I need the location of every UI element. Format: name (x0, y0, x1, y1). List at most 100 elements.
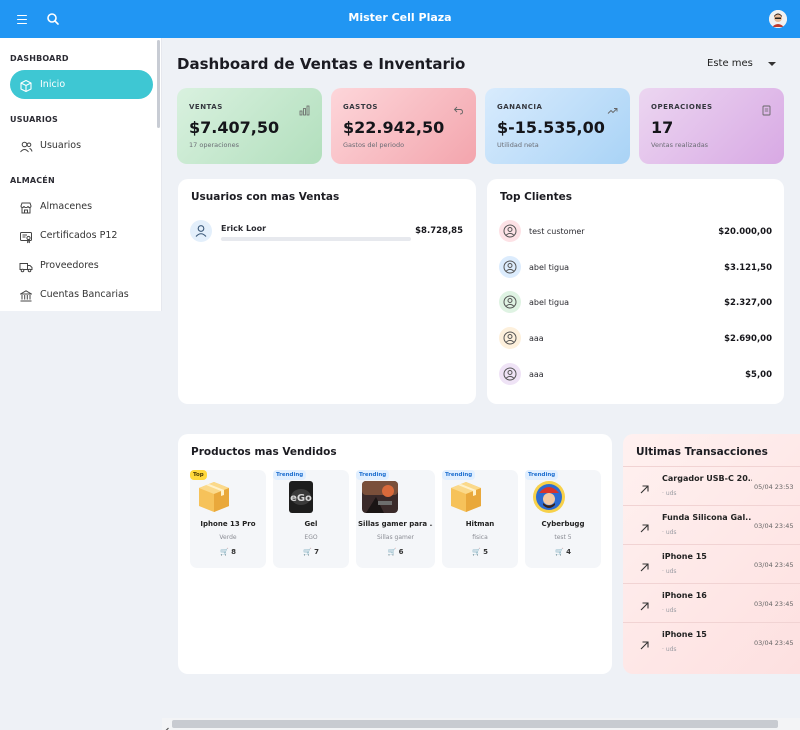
box-icon (446, 475, 486, 515)
transaction-date: 03/04 23:45 (754, 522, 794, 530)
page-title: Dashboard de Ventas e Inventario (177, 55, 466, 73)
arrow-up-right-icon (639, 597, 650, 611)
bank-icon (19, 288, 33, 302)
product-card[interactable]: Top Iphone 13 Pro Verde 🛒 8 (190, 470, 266, 568)
user-circle-icon (499, 363, 521, 385)
client-amount: $2.327,00 (724, 298, 772, 308)
user-amount: $8.728,85 (415, 226, 463, 236)
user-circle-icon (499, 220, 521, 242)
transaction-row[interactable]: iPhone 16 · uds 03/04 23:45 (623, 583, 800, 622)
stat-label: OPERACIONES (651, 103, 713, 111)
transaction-row[interactable]: Funda Silicona Gal... · uds 03/04 23:45 (623, 505, 800, 544)
card-title: Usuarios con mas Ventas (191, 191, 340, 203)
stat-value: 17 (651, 118, 674, 137)
cart-icon: 🛒 (219, 548, 229, 556)
product-qty: 🛒 7 (275, 548, 347, 556)
product-badge: Trending (356, 470, 390, 480)
product-qty-value: 8 (231, 548, 237, 556)
transaction-qty: · uds (662, 607, 677, 614)
cart-icon: 🛒 (302, 548, 312, 556)
stat-card-gastos: GASTOS $22.942,50 Gastos del periodo (331, 88, 476, 164)
user-name: Erick Loor (221, 224, 267, 233)
sidebar-item-label: Cuentas Bancarias (40, 289, 129, 300)
user-avatar-icon[interactable] (769, 10, 787, 28)
sidebar-item-almacenes[interactable]: Almacenes (10, 192, 153, 221)
product-card[interactable]: Trending Cyberbugg test 5 🛒 4 (525, 470, 601, 568)
product-qty: 🛒 8 (192, 548, 264, 556)
transaction-row[interactable]: iPhone 15 · uds 03/04 23:45 (623, 622, 800, 661)
arrow-up-right-icon (639, 558, 650, 572)
stat-label: GASTOS (343, 103, 378, 111)
sidebar-item-label: Almacenes (40, 201, 93, 212)
app-title: Mister Cell Plaza (348, 11, 452, 24)
transaction-date: 03/04 23:45 (754, 639, 794, 647)
product-qty-value: 7 (314, 548, 320, 556)
scrollbar-thumb[interactable] (172, 720, 778, 728)
sidebar-item-proveedores[interactable]: Proveedores (10, 251, 153, 280)
stat-subtitle: 17 operaciones (189, 141, 239, 149)
gel-product-image: eGo (281, 475, 321, 515)
client-amount: $5,00 (745, 370, 772, 380)
sidebar-item-inicio[interactable]: Inicio (10, 70, 153, 99)
product-name: Iphone 13 Pro (200, 520, 256, 528)
stat-value: $22.942,50 (343, 118, 445, 137)
user-icon (190, 220, 212, 242)
sidebar-item-cuentas-bancarias[interactable]: Cuentas Bancarias (10, 280, 153, 309)
product-card[interactable]: Trending Hitman fisica 🛒 5 (442, 470, 518, 568)
transaction-name: iPhone 15 (662, 630, 707, 639)
product-qty-value: 5 (483, 548, 489, 556)
stat-card-operaciones: OPERACIONES 17 Ventas realizadas (639, 88, 784, 164)
product-qty-value: 4 (566, 548, 572, 556)
stat-label: GANANCIA (497, 103, 543, 111)
transaction-row[interactable]: iPhone 15 · uds 03/04 23:45 (623, 544, 800, 583)
period-select-value: Este mes (707, 58, 753, 69)
section-title-usuarios: USUARIOS (10, 115, 58, 124)
trending-up-icon (607, 101, 618, 114)
bar-chart-icon (299, 101, 310, 116)
product-card[interactable]: eGo Trending Gel EGO 🛒 7 (273, 470, 349, 568)
stat-value: $7.407,50 (189, 118, 280, 137)
stat-subtitle: Ventas realizadas (651, 141, 709, 149)
transaction-qty: · uds (662, 490, 677, 497)
product-badge: Trending (525, 470, 559, 480)
top-users-card: Usuarios con mas Ventas Erick Loor $8.72… (178, 179, 476, 404)
sidebar-scrollbar[interactable] (157, 40, 160, 128)
client-name: aaa (529, 334, 544, 343)
transaction-date: 03/04 23:45 (754, 561, 794, 569)
receipt-icon (761, 101, 772, 116)
product-badge: Trending (442, 470, 476, 480)
product-category: test 5 (554, 534, 572, 541)
chevron-down-icon (768, 62, 776, 66)
top-app-bar: Mister Cell Plaza (0, 0, 800, 38)
stat-card-ventas: VENTAS $7.407,50 17 operaciones (177, 88, 322, 164)
stat-label: VENTAS (189, 103, 223, 111)
client-name: abel tigua (529, 263, 570, 272)
undo-arrow-icon (453, 101, 464, 115)
card-title: Ultimas Transacciones (636, 446, 768, 458)
period-select[interactable]: Este mes (700, 54, 782, 74)
product-qty: 🛒 5 (444, 548, 516, 556)
user-circle-icon (499, 327, 521, 349)
cart-icon: 🛒 (554, 548, 564, 556)
sidebar-item-usuarios[interactable]: Usuarios (10, 131, 153, 160)
sidebar-item-certificados[interactable]: Certificados P12 (10, 221, 153, 250)
menu-icon[interactable] (14, 12, 30, 26)
product-badge: Trending (273, 470, 307, 480)
product-card[interactable]: Trending Sillas gamer para ... Sillas ga… (356, 470, 435, 568)
product-name: Gel (304, 520, 318, 528)
card-title: Top Clientes (500, 191, 573, 203)
client-amount: $2.690,00 (724, 334, 772, 344)
cart-icon: 🛒 (471, 548, 481, 556)
horizontal-scrollbar[interactable] (162, 718, 800, 730)
top-clients-card: Top Clientes test customer $20.000,00 ab… (487, 179, 784, 404)
users-icon (19, 139, 33, 153)
chevron-left-icon[interactable] (164, 720, 170, 730)
product-name: Sillas gamer para ... (358, 520, 433, 528)
client-name: aaa (529, 370, 544, 379)
transactions-card: Ultimas Transacciones Cargador USB-C 20.… (623, 434, 800, 674)
transaction-row[interactable]: Cargador USB-C 20... · uds 05/04 23:53 (623, 466, 800, 505)
product-qty: 🛒 6 (358, 548, 433, 556)
section-title-almacen: ALMACÉN (10, 176, 55, 185)
client-amount: $20.000,00 (718, 227, 772, 237)
search-icon[interactable] (45, 11, 61, 27)
